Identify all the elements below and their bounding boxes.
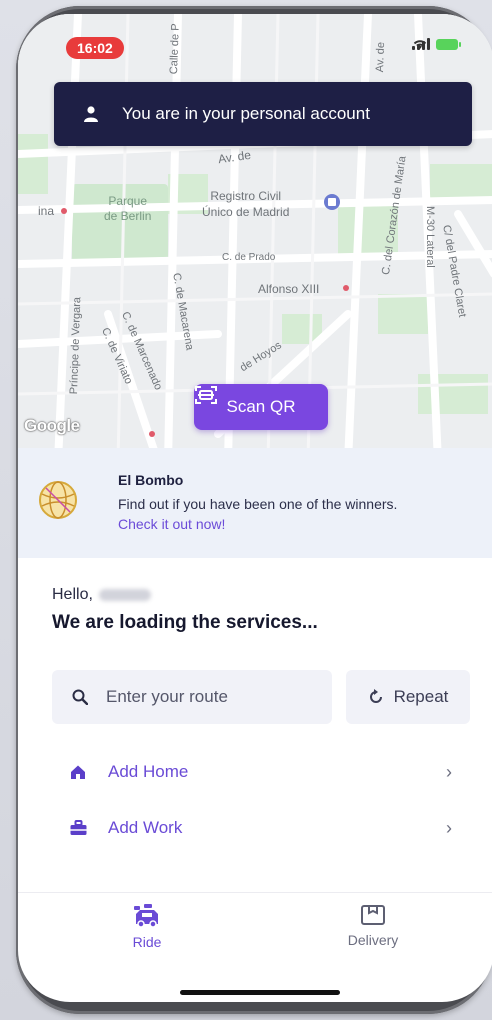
battery-icon	[436, 38, 461, 50]
promo-description: Find out if you have been one of the win…	[118, 496, 398, 512]
nav-delivery-label: Delivery	[347, 932, 399, 948]
loading-title: We are loading the services...	[52, 612, 318, 633]
repeat-icon	[369, 689, 382, 703]
repeat-button[interactable]: Repeat	[346, 670, 470, 724]
promo-card[interactable]: El Bombo Find out if you have been one o…	[18, 448, 492, 558]
map-label-registro-civil: Registro Civil Único de Madrid	[202, 189, 290, 219]
route-search-box[interactable]	[52, 670, 332, 724]
app-screen: Parque de Berlin Registro Civil Único de…	[18, 14, 492, 1002]
nav-divider	[18, 892, 492, 893]
map-label-ina: ina	[38, 204, 55, 218]
greeting-text: Hello,	[52, 586, 93, 603]
box-icon	[361, 905, 385, 925]
greeting: Hello,	[52, 586, 151, 604]
briefcase-icon	[70, 820, 94, 836]
nav-ride-label: Ride	[132, 934, 162, 950]
account-banner[interactable]: You are in your personal account	[54, 82, 472, 146]
add-home-label: Add Home	[108, 762, 189, 781]
status-icons	[412, 38, 461, 50]
add-work-row[interactable]: Add Work ›	[52, 808, 452, 848]
account-banner-text: You are in your personal account	[122, 104, 370, 123]
scan-qr-button[interactable]: Scan QR	[194, 384, 328, 430]
add-work-label: Add Work	[108, 818, 183, 837]
stage: Parque de Berlin Registro Civil Único de…	[0, 0, 492, 1020]
promo-link[interactable]: Check it out now!	[118, 516, 225, 532]
map-label-m30: M-30 Lateral	[424, 206, 436, 268]
wifi-icon	[413, 40, 427, 49]
route-input[interactable]	[104, 686, 308, 708]
chevron-right-icon: ›	[446, 761, 452, 782]
nav-tab-ride[interactable]: Ride	[102, 904, 192, 950]
map-label-parque-berlin: Parque de Berlin	[104, 194, 152, 223]
scan-qr-label: Scan QR	[226, 397, 296, 416]
car-icon	[134, 904, 158, 928]
person-icon	[84, 106, 98, 122]
promo-title: El Bombo	[118, 472, 184, 488]
qr-scan-icon	[195, 386, 217, 404]
search-icon	[72, 689, 88, 705]
el-bombo-globe-icon	[39, 481, 77, 519]
home-icon	[70, 764, 94, 780]
map-label-av-sm: Av. de	[374, 41, 388, 73]
map-label-calle-p: Calle de P	[168, 23, 182, 75]
blurred-user-name	[98, 589, 151, 601]
home-indicator	[180, 990, 340, 995]
nav-tab-delivery[interactable]: Delivery	[328, 904, 418, 948]
google-logo: Google	[24, 416, 80, 435]
map-label-alfonso-xiii: Alfonso XIII	[258, 282, 320, 296]
add-home-row[interactable]: Add Home ›	[52, 752, 452, 792]
map-label-c-de-prado: C. de Prado	[222, 252, 276, 263]
chevron-right-icon: ›	[446, 817, 452, 838]
repeat-label: Repeat	[393, 687, 449, 706]
status-time: 16:02	[66, 37, 124, 59]
